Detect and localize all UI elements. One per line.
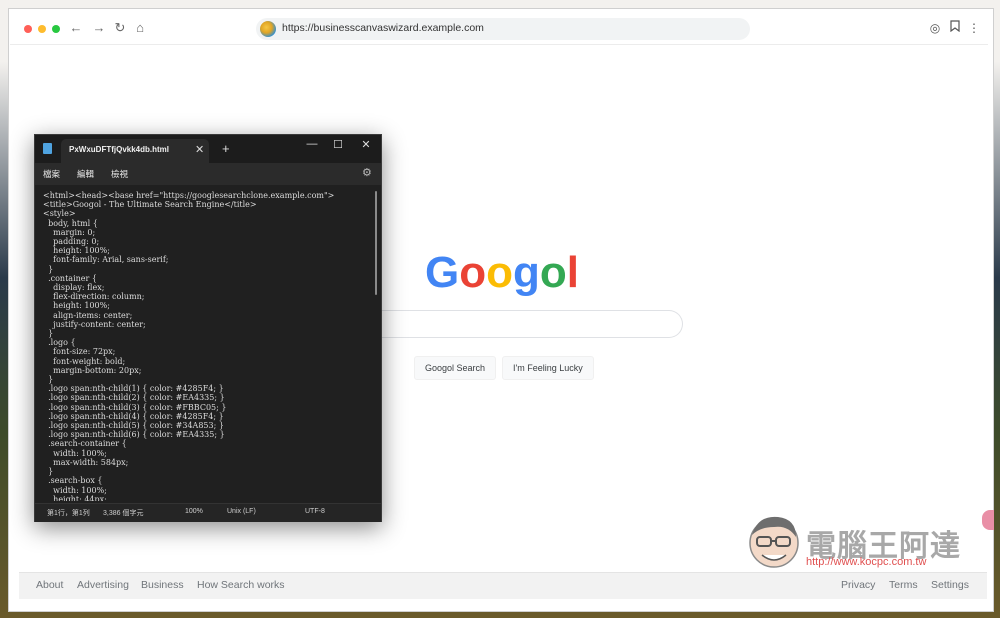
close-icon[interactable]: ✕ — [359, 138, 373, 151]
menu-file[interactable]: 檔案 — [43, 168, 60, 180]
file-icon — [43, 143, 52, 154]
browser-toolbar: ← → ↻ ⌂ https://businesscanvaswizard.exa… — [10, 10, 988, 45]
close-window-button[interactable] — [24, 25, 32, 33]
footer-link-about[interactable]: About — [36, 579, 63, 591]
logo-letter: o — [539, 248, 567, 297]
minimize-window-button[interactable] — [38, 25, 46, 33]
editor-tab[interactable]: PxWxuDFTfjQvkk4db.html ✕ — [61, 139, 209, 163]
gear-icon[interactable]: ⚙ — [362, 166, 372, 179]
back-arrow-icon[interactable]: ← — [68, 20, 84, 36]
reload-icon[interactable]: ↻ — [112, 20, 128, 36]
status-position: 第1行，第1列 — [47, 510, 90, 517]
window-controls — [24, 25, 60, 33]
editor-titlebar: PxWxuDFTfjQvkk4db.html ✕ + — ☐ ✕ — [35, 135, 381, 163]
logo-letter: G — [425, 248, 460, 297]
footer-link-settings[interactable]: Settings — [931, 579, 969, 591]
minimize-icon[interactable]: — — [305, 138, 319, 150]
footer-link-advertising[interactable]: Advertising — [77, 579, 129, 591]
page-footer: About Advertising Business How Search wo… — [19, 572, 987, 599]
code-editor-textarea[interactable]: <html><head><base href="https://googlese… — [43, 191, 369, 501]
status-line-ending: Unix (LF) — [227, 508, 256, 515]
new-tab-icon[interactable]: + — [222, 141, 230, 156]
search-input[interactable] — [372, 310, 683, 338]
footer-link-terms[interactable]: Terms — [889, 579, 918, 591]
status-encoding: UTF-8 — [305, 508, 325, 515]
feeling-lucky-button[interactable]: I'm Feeling Lucky — [502, 356, 594, 380]
extensions-icon[interactable]: ◎ — [928, 20, 942, 36]
watermark-mascot-icon — [749, 516, 799, 568]
menu-edit[interactable]: 編輯 — [77, 168, 94, 180]
forward-arrow-icon[interactable]: → — [91, 20, 107, 36]
notepad-window: PxWxuDFTfjQvkk4db.html ✕ + — ☐ ✕ 檔案 編輯 檢… — [34, 134, 382, 522]
editor-scrollbar[interactable] — [375, 191, 377, 295]
footer-link-privacy[interactable]: Privacy — [841, 579, 875, 591]
logo-letter: o — [486, 248, 514, 297]
logo-letter: l — [566, 248, 580, 297]
status-zoom: 100% — [185, 508, 203, 515]
maximize-icon[interactable]: ☐ — [331, 138, 345, 151]
logo-letter: o — [459, 248, 487, 297]
googol-search-button[interactable]: Googol Search — [414, 356, 497, 380]
more-menu-icon[interactable]: ⋮ — [967, 20, 981, 36]
editor-tab-title: PxWxuDFTfjQvkk4db.html — [69, 145, 170, 154]
editor-menubar: 檔案 編輯 檢視 ⚙ — [35, 163, 381, 185]
status-char-count: 3,386 個字元 — [103, 510, 144, 517]
tab-close-icon[interactable]: ✕ — [195, 143, 204, 156]
footer-link-how-search-works[interactable]: How Search works — [197, 579, 285, 591]
googol-logo: Googol — [425, 248, 579, 298]
editor-statusbar: 第1行，第1列 3,386 個字元 100% Unix (LF) UTF-8 — [35, 503, 381, 522]
menu-view[interactable]: 檢視 — [111, 168, 128, 180]
footer-link-business[interactable]: Business — [141, 579, 184, 591]
site-favicon-icon — [260, 21, 276, 37]
home-icon[interactable]: ⌂ — [132, 20, 148, 36]
url-text[interactable]: https://businesscanvaswizard.example.com — [282, 22, 484, 34]
bookmark-icon[interactable] — [948, 20, 962, 36]
side-widget-tab[interactable] — [982, 510, 994, 530]
address-bar[interactable]: https://businesscanvaswizard.example.com — [256, 18, 750, 40]
maximize-window-button[interactable] — [52, 25, 60, 33]
logo-letter: g — [513, 248, 540, 297]
watermark-url: http://www.kocpc.com.tw — [806, 556, 927, 568]
